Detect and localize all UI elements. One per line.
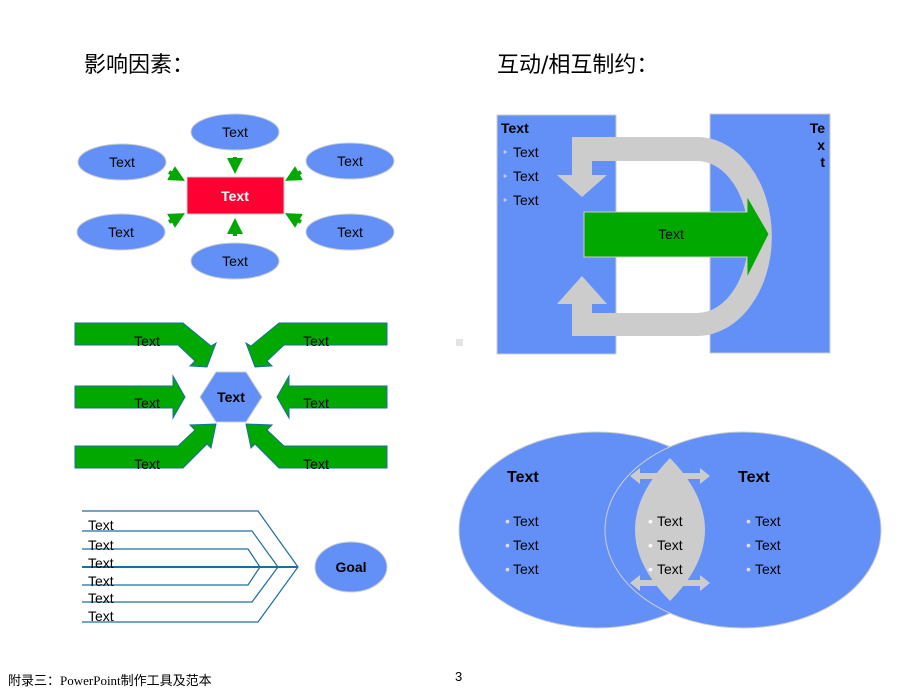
arrow-icon [285, 166, 303, 181]
satellite-label: Text [222, 124, 248, 140]
bullet-icon: • [505, 561, 510, 577]
goal-line-label: Text [88, 573, 114, 589]
goal-line-label: Text [88, 537, 114, 553]
satellite-label: Text [108, 224, 134, 240]
venn-diagram: Text Text • Text • Text • Text • Text • … [458, 431, 882, 629]
right-panel-text: Te [810, 120, 826, 136]
bullet-icon: • [746, 561, 751, 577]
venn-center-item: Text [657, 537, 683, 553]
venn-center-item: Text [657, 513, 683, 529]
bullet-icon [503, 198, 507, 202]
goal-line-label: Text [88, 590, 114, 606]
arrow-icon [167, 166, 185, 181]
interaction-diagram: Text Text Text Text Text Te x t [496, 113, 831, 355]
left-panel-title: Text [501, 120, 529, 136]
dot-marker [456, 339, 463, 346]
arrow-icon [167, 213, 185, 228]
goal-line-label: Text [88, 608, 114, 624]
arrow-mid-right[interactable] [276, 374, 388, 420]
venn-left-item: Text [513, 561, 539, 577]
arrow-label: Text [303, 456, 329, 472]
bullet-icon: • [505, 513, 510, 529]
arrow-label: Text [303, 395, 329, 411]
goal-diagram [82, 510, 299, 623]
venn-left-title: Text [507, 469, 539, 486]
right-panel-text: t [820, 154, 825, 170]
satellite-label: Text [222, 253, 248, 269]
venn-center-item: Text [657, 561, 683, 577]
bullet-icon: • [505, 537, 510, 553]
bullet-icon: • [648, 537, 653, 553]
venn-right-title: Text [738, 469, 770, 486]
goal-line-label: Text [88, 555, 114, 571]
footer-text: 附录三：PowerPoint制作工具及范本 [8, 673, 212, 688]
arrow-label: Text [303, 333, 329, 349]
page-number: 3 [455, 669, 463, 684]
influence-diagram: Text Text Text Text Text Text Text [76, 113, 395, 280]
satellite-label: Text [337, 153, 363, 169]
satellite-label: Text [109, 154, 135, 170]
right-panel-text: x [817, 137, 825, 153]
left-panel-item: Text [513, 144, 539, 160]
goal-label: Goal [335, 559, 366, 575]
arrow-label: Text [134, 395, 160, 411]
arrow-icon [285, 213, 303, 228]
bullet-icon [503, 150, 507, 154]
bullet-icon: • [648, 513, 653, 529]
left-panel-item: Text [513, 168, 539, 184]
venn-left-item: Text [513, 537, 539, 553]
goal-line-label: Text [88, 517, 114, 533]
slide-canvas: Text Text Text Text Text Text Text Text … [74, 113, 882, 629]
main-arrow-label: Text [658, 226, 684, 242]
bullet-icon [503, 174, 507, 178]
arrow-label: Text [134, 333, 160, 349]
venn-right-item: Text [755, 513, 781, 529]
venn-right-item: Text [755, 561, 781, 577]
satellite-label: Text [337, 224, 363, 240]
bullet-icon: • [746, 513, 751, 529]
arrow-label: Text [134, 456, 160, 472]
hexagon-label: Text [217, 389, 245, 405]
center-box-label: Text [221, 188, 249, 204]
arrow-mid-left[interactable] [74, 374, 186, 420]
bullet-icon: • [648, 561, 653, 577]
converge-diagram: Text Text Text Text Text Text Text [74, 322, 388, 472]
venn-right-item: Text [755, 537, 781, 553]
left-panel-item: Text [513, 192, 539, 208]
venn-left-item: Text [513, 513, 539, 529]
bullet-icon: • [746, 537, 751, 553]
